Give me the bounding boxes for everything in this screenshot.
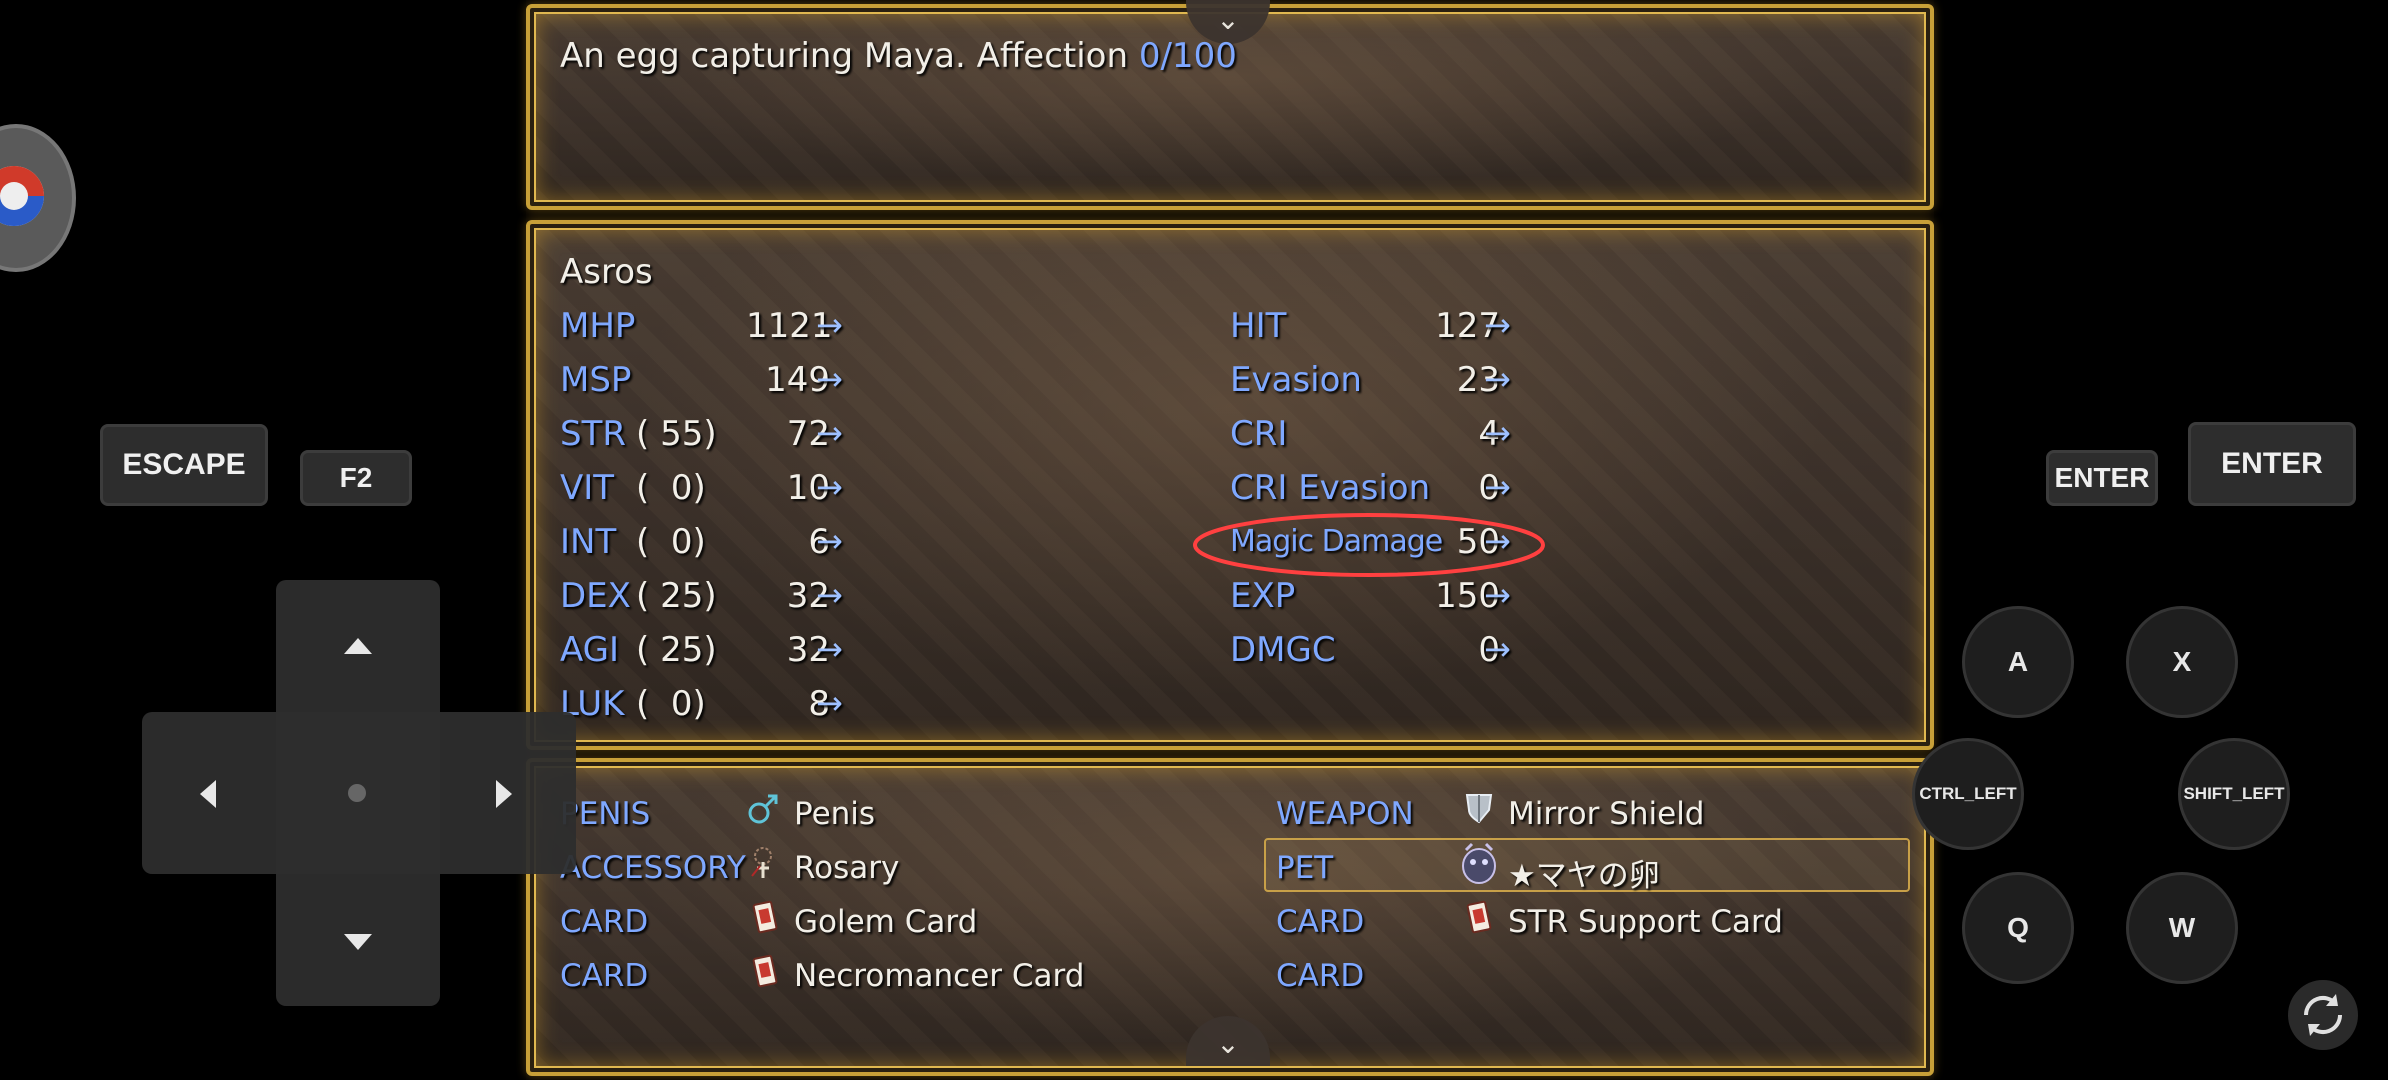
- stat-arrow: →: [816, 306, 843, 344]
- stat-exp-label: EXP: [1230, 576, 1296, 616]
- stat-msp-label: MSP: [560, 360, 632, 400]
- dpad-right-arrow-icon[interactable]: [496, 780, 512, 808]
- stat-str-base: ( 55): [636, 414, 717, 454]
- stat-arrow: →: [816, 576, 843, 614]
- item-maya-egg: ★マヤの卵: [1508, 858, 1660, 894]
- stat-arrow: →: [1484, 360, 1511, 398]
- logo-icon: [0, 166, 44, 226]
- card-icon: [1466, 900, 1492, 934]
- stat-luk-base: ( 0): [636, 684, 706, 724]
- stat-arrow: →: [1484, 468, 1511, 506]
- stat-arrow: →: [816, 360, 843, 398]
- stat-int-label: INT: [560, 522, 617, 562]
- item-rosary: Rosary: [794, 850, 900, 886]
- description-text: An egg capturing Maya. Affection: [560, 36, 1139, 76]
- item-penis: Penis: [794, 796, 876, 832]
- slot-card-label[interactable]: CARD: [560, 958, 648, 994]
- stat-dmgc-label: DMGC: [1230, 630, 1336, 670]
- stat-arrow: →: [1484, 630, 1511, 668]
- stat-agi-label: AGI: [560, 630, 620, 670]
- item-description: An egg capturing Maya. Affection 0/100: [560, 36, 1237, 76]
- stat-evasion-label: Evasion: [1230, 360, 1362, 400]
- stat-dex-base: ( 25): [636, 576, 717, 616]
- stat-arrow: →: [816, 414, 843, 452]
- stat-vit-label: VIT: [560, 468, 615, 508]
- shield-icon: [1465, 794, 1493, 824]
- rotate-icon: [2303, 994, 2343, 1036]
- x-button[interactable]: X: [2126, 606, 2238, 718]
- slot-card-label[interactable]: CARD: [1276, 958, 1364, 994]
- stat-arrow: →: [816, 684, 843, 722]
- item-golem-card: Golem Card: [794, 904, 978, 940]
- slot-pet-label[interactable]: PET: [1276, 850, 1333, 886]
- item-necromancer-card: Necromancer Card: [794, 958, 1085, 994]
- stat-str-label: STR: [560, 414, 626, 454]
- item-mirror-shield: Mirror Shield: [1508, 796, 1705, 832]
- slot-weapon-label[interactable]: WEAPON: [1276, 796, 1414, 832]
- character-name: Asros: [560, 252, 653, 292]
- stat-int-base: ( 0): [636, 522, 706, 562]
- stat-cri-evasion-label: CRI Evasion: [1230, 468, 1431, 508]
- stat-cri-label: CRI: [1230, 414, 1288, 454]
- w-button[interactable]: W: [2126, 872, 2238, 984]
- stat-dex-label: DEX: [560, 576, 631, 616]
- slot-accessory-label[interactable]: ACCESSORY: [560, 850, 746, 886]
- stat-arrow: →: [1484, 414, 1511, 452]
- slot-card-label[interactable]: CARD: [560, 904, 648, 940]
- pet-egg-icon: [1462, 842, 1496, 884]
- stat-arrow: →: [1484, 306, 1511, 344]
- slot-card-label[interactable]: CARD: [1276, 904, 1364, 940]
- ctrl-left-button[interactable]: CTRL_LEFT: [1912, 738, 2024, 850]
- stat-arrow: →: [1484, 576, 1511, 614]
- dpad-down-arrow-icon[interactable]: [344, 934, 372, 950]
- app-logo-button[interactable]: [0, 124, 76, 272]
- stat-arrow: →: [816, 468, 843, 506]
- stat-agi-base: ( 25): [636, 630, 717, 670]
- stat-arrow: →: [816, 522, 843, 560]
- a-button[interactable]: A: [1962, 606, 2074, 718]
- shift-left-button[interactable]: SHIFT_LEFT: [2178, 738, 2290, 850]
- enter-large-button[interactable]: ENTER: [2188, 422, 2356, 506]
- rotate-screen-button[interactable]: [2288, 980, 2358, 1050]
- stat-vit-base: ( 0): [636, 468, 706, 508]
- f2-button[interactable]: F2: [300, 450, 412, 506]
- rosary-icon: [751, 847, 772, 878]
- stat-hit-label: HIT: [1230, 306, 1287, 346]
- enter-small-button[interactable]: ENTER: [2046, 450, 2158, 506]
- dpad-up-arrow-icon[interactable]: [344, 638, 372, 654]
- male-symbol-icon: [748, 794, 778, 824]
- item-str-support-card: STR Support Card: [1508, 904, 1783, 940]
- dpad-center-dot: [348, 784, 366, 802]
- game-screen: ⌄ An egg capturing Maya. Affection 0/100…: [526, 0, 1934, 1080]
- q-button[interactable]: Q: [1962, 872, 2074, 984]
- dpad-left-arrow-icon[interactable]: [200, 780, 216, 808]
- escape-button[interactable]: ESCAPE: [100, 424, 268, 506]
- magic-damage-highlight-circle: [1193, 513, 1545, 577]
- card-icon: [752, 954, 778, 988]
- card-icon: [752, 900, 778, 934]
- stat-arrow: →: [816, 630, 843, 668]
- stat-mhp-label: MHP: [560, 306, 636, 346]
- affection-value: 0/100: [1138, 36, 1237, 76]
